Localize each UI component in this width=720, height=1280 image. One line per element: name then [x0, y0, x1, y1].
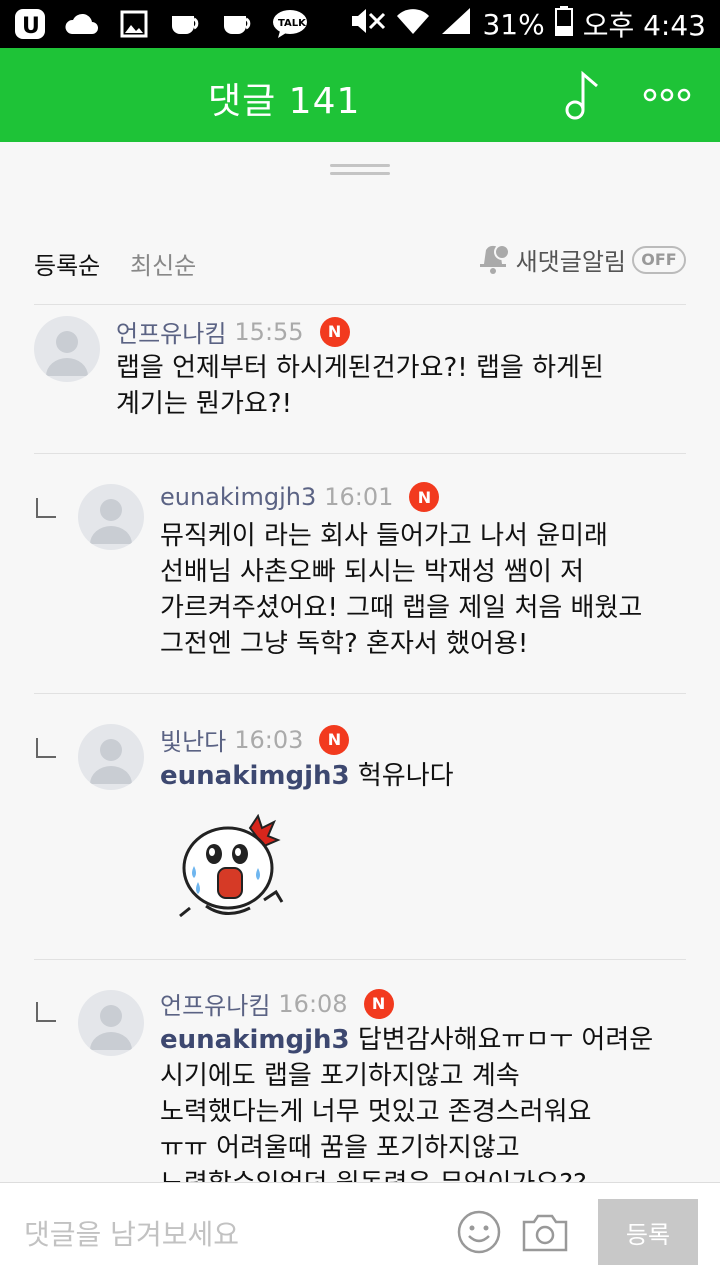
divider	[34, 453, 686, 454]
new-badge: N	[319, 316, 350, 347]
emoticon-button[interactable]	[454, 1207, 504, 1257]
comment-line: 선배님 사촌오빠 되시는 박재성 쌤이 저	[160, 557, 585, 587]
cup-icon	[168, 8, 204, 40]
comment-time: 16:08	[278, 989, 348, 1018]
more-button[interactable]	[640, 68, 694, 122]
comment-author[interactable]: 언프유나킴	[160, 986, 270, 1021]
clock: 오후 4:43	[582, 9, 706, 42]
sort-registered-tab[interactable]: 등록순	[34, 246, 100, 281]
mention-link[interactable]: eunakimgjh3	[160, 1025, 350, 1055]
gallery-icon	[116, 8, 152, 40]
crying-sticker-icon[interactable]	[176, 813, 290, 926]
new-badge: N	[363, 988, 394, 1019]
svg-text:TALK: TALK	[278, 18, 307, 29]
comment-meta: 언프유나킴 15:55 N	[116, 314, 350, 349]
comment-line: 시기에도 랩을 포기하지않고 계속	[160, 1061, 520, 1091]
wifi-icon	[396, 6, 430, 43]
svg-text:U: U	[22, 14, 40, 39]
comment-author[interactable]: 언프유나킴	[116, 314, 226, 349]
reply-indicator-icon	[36, 1002, 56, 1022]
comment-author[interactable]: eunakimgjh3	[160, 483, 316, 511]
page-title: 댓글 141	[208, 81, 361, 122]
camera-icon	[522, 1214, 568, 1252]
comment-body: 뮤직케이 라는 회사 들어가고 나서 윤미래 선배님 사촌오빠 되시는 박재성 …	[160, 518, 700, 662]
new-comment-notify[interactable]: 새댓글알림 OFF	[476, 242, 686, 277]
comment-body: 랩을 언제부터 하시게된건가요?! 랩을 하게된 계기는 뭔가요?!	[116, 350, 656, 422]
comment-line: 가르켜주셨어요! 그때 랩을 제일 처음 배웠고	[160, 593, 643, 623]
comment-text: 답변감사해요ㅠㅁㅜ 어려운	[349, 1025, 654, 1055]
comment-body: eunakimgjh3 헉유나다	[160, 758, 700, 794]
comment-sheet: 등록순 최신순 새댓글알림 OFF 언프유나킴 15:55 N 랩을 언제부터 …	[0, 142, 720, 1182]
comment-meta: 빛난다 16:03 N	[160, 722, 350, 757]
comment-line: 뮤직케이 라는 회사 들어가고 나서 윤미래	[160, 521, 608, 551]
status-bar: U TALK 31% 오후 4:43	[0, 0, 720, 48]
avatar[interactable]	[78, 990, 144, 1056]
reply-indicator-icon	[36, 498, 56, 518]
sort-latest-tab[interactable]: 최신순	[130, 246, 196, 281]
user-icon	[90, 499, 132, 544]
comment-input[interactable]: 댓글을 남겨보세요	[24, 1213, 239, 1253]
comment-line: 노력했다는게 너무 멋있고 존경스러워요	[160, 1097, 592, 1127]
music-button[interactable]	[556, 68, 610, 122]
avatar[interactable]	[34, 316, 100, 382]
user-icon	[90, 1005, 132, 1050]
comment-meta: eunakimgjh3 16:01 N	[160, 482, 440, 512]
sort-bar: 등록순 최신순 새댓글알림 OFF	[34, 242, 686, 282]
avatar[interactable]	[78, 724, 144, 790]
divider	[34, 304, 686, 305]
reply-indicator-icon	[36, 738, 56, 758]
u-plus-icon: U	[12, 8, 48, 40]
talk-icon: TALK	[272, 8, 308, 40]
comment-text: 헉유나다	[349, 761, 454, 791]
more-icon	[643, 88, 691, 102]
comment-body: eunakimgjh3 답변감사해요ㅠㅁㅜ 어려운 시기에도 랩을 포기하지않고…	[160, 1022, 700, 1182]
avatar[interactable]	[78, 484, 144, 550]
comment-line: ㅠㅠ 어려울때 꿈을 포기하지않고	[160, 1133, 520, 1163]
app-header: 댓글 141	[0, 48, 720, 142]
comment-line: 랩을 언제부터 하시게된건가요?! 랩을 하게된	[116, 353, 604, 383]
comment-time: 15:55	[234, 317, 304, 346]
divider	[34, 959, 686, 960]
comment-author[interactable]: 빛난다	[160, 722, 226, 757]
comment-time: 16:01	[324, 483, 394, 511]
comment-line: 노력할수있었던 원동력은 무엇이가요??	[160, 1166, 700, 1182]
comment-line: 그전엔 그냥 독학? 혼자서 했어용!	[160, 629, 529, 659]
battery-icon	[554, 5, 573, 43]
smiley-icon	[457, 1210, 501, 1254]
new-badge: N	[319, 724, 350, 755]
mute-icon	[350, 6, 386, 43]
new-badge: N	[409, 482, 440, 512]
user-icon	[46, 331, 88, 376]
cloud-icon	[64, 8, 100, 40]
mention-link[interactable]: eunakimgjh3	[160, 761, 350, 791]
notify-toggle[interactable]: OFF	[632, 245, 686, 274]
battery-level: 31%	[482, 7, 545, 41]
comment-meta: 언프유나킴 16:08 N	[160, 986, 394, 1021]
comment-input-bar: 댓글을 남겨보세요 등록	[0, 1182, 720, 1280]
drag-handle[interactable]	[330, 164, 390, 176]
signal-icon	[440, 6, 472, 43]
cup-icon	[220, 8, 256, 40]
notify-label: 새댓글알림	[515, 248, 626, 276]
comment-time: 16:03	[234, 725, 304, 754]
user-icon	[90, 739, 132, 784]
bell-chat-icon	[479, 243, 510, 274]
music-note-icon	[565, 70, 598, 120]
submit-button[interactable]: 등록	[598, 1199, 698, 1265]
divider	[34, 693, 686, 694]
camera-button[interactable]	[520, 1207, 570, 1257]
comment-line: 계기는 뭔가요?!	[116, 389, 293, 419]
